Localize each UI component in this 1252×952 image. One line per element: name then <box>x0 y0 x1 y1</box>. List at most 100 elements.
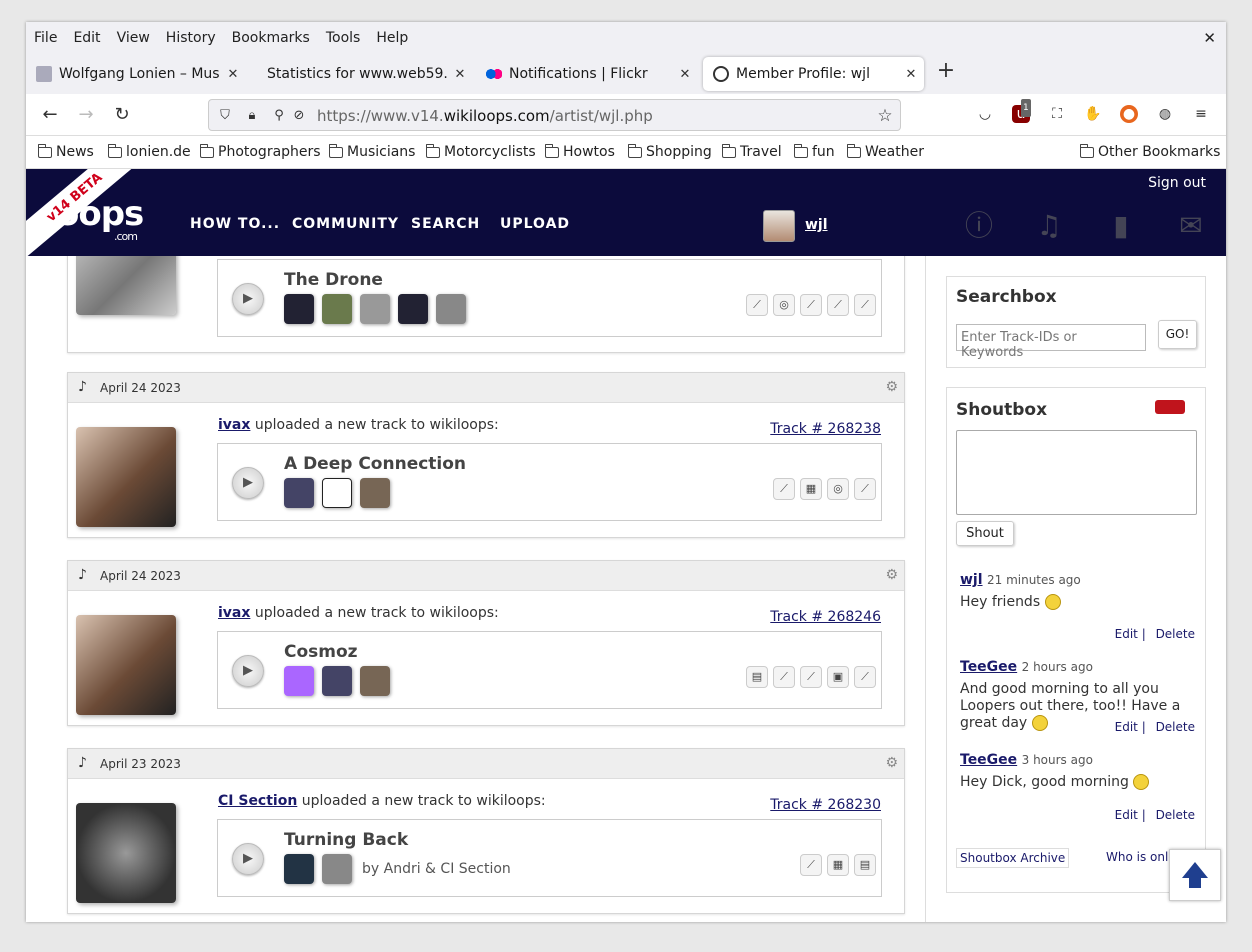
edit-link[interactable]: Edit <box>1115 720 1138 734</box>
go-button[interactable]: GO! <box>1158 320 1197 349</box>
delete-link[interactable]: Delete <box>1156 627 1195 641</box>
tab-member-profile[interactable]: Member Profile: wjl ✕ <box>703 57 924 91</box>
shoutbox-archive-link[interactable]: Shoutbox Archive <box>956 848 1070 868</box>
participant-avatar[interactable] <box>284 478 314 508</box>
ublock-icon[interactable]: u1 <box>1012 99 1031 123</box>
scroll-to-top-button[interactable] <box>1169 849 1221 901</box>
nav-how-to[interactable]: HOW TO... <box>190 216 280 232</box>
gnome-icon[interactable]: ✋ <box>1084 105 1102 123</box>
reload-icon[interactable]: ↻ <box>111 104 133 126</box>
menu-history[interactable]: History <box>158 30 224 46</box>
play-icon[interactable]: ▶ <box>232 283 264 315</box>
tab-flickr[interactable]: Notifications | Flickr ✕ <box>476 57 698 91</box>
username-link[interactable]: wjl <box>805 217 828 233</box>
sofa-icon[interactable] <box>1155 400 1185 414</box>
participant-avatar[interactable] <box>360 666 390 696</box>
user-thumbnail[interactable] <box>76 803 176 903</box>
url-text[interactable]: https://www.v14.wikiloops.com/artist/wjl… <box>317 107 653 125</box>
tab-close-icon[interactable]: ✕ <box>453 67 467 82</box>
shout-user-link[interactable]: TeeGee <box>960 752 1017 768</box>
back-icon[interactable]: ← <box>39 104 61 126</box>
book-icon[interactable]: ▮ <box>1104 209 1138 243</box>
tab-close-icon[interactable]: ✕ <box>904 67 918 82</box>
gear-icon[interactable]: ⚙ <box>885 567 898 583</box>
uploader-link[interactable]: ivax <box>218 605 250 621</box>
participant-avatar[interactable] <box>322 478 352 508</box>
participant-avatar[interactable] <box>322 294 352 324</box>
bookmark-fun[interactable]: fun <box>794 143 835 160</box>
tracking-icon[interactable]: ⊘ <box>291 108 307 124</box>
bookmark-photographers[interactable]: Photographers <box>200 143 321 160</box>
participant-avatar[interactable] <box>284 666 314 696</box>
track-title[interactable]: Turning Back <box>284 830 408 850</box>
user-avatar[interactable] <box>763 210 795 242</box>
tab-statistics[interactable]: Statistics for www.web59.s2 ✕ <box>248 57 473 91</box>
participant-avatar[interactable] <box>322 666 352 696</box>
edit-link[interactable]: Edit <box>1115 808 1138 822</box>
edit-link[interactable]: Edit <box>1115 627 1138 641</box>
bookmark-travel[interactable]: Travel <box>722 143 782 160</box>
delete-link[interactable]: Delete <box>1156 720 1195 734</box>
participant-avatar[interactable] <box>398 294 428 324</box>
track-number-link[interactable]: Track # 268230 <box>770 797 881 813</box>
forward-icon[interactable]: → <box>75 104 97 126</box>
play-icon[interactable]: ▶ <box>232 843 264 875</box>
window-close-icon[interactable]: ✕ <box>1203 29 1216 47</box>
uploader-link[interactable]: ivax <box>218 417 250 433</box>
track-title[interactable]: The Drone <box>284 270 383 290</box>
bookmark-shopping[interactable]: Shopping <box>628 143 712 160</box>
sign-out-link[interactable]: Sign out <box>1148 175 1206 191</box>
hamburger-menu-icon[interactable]: ≡ <box>1192 105 1210 123</box>
track-number-link[interactable]: Track # 268238 <box>770 421 881 437</box>
permissions-icon[interactable]: ⚲ <box>271 108 287 124</box>
nav-upload[interactable]: UPLOAD <box>500 216 570 232</box>
tab-close-icon[interactable]: ✕ <box>226 67 240 82</box>
user-thumbnail[interactable] <box>76 427 176 527</box>
menu-bookmarks[interactable]: Bookmarks <box>224 30 318 46</box>
nav-community[interactable]: COMMUNITY <box>292 216 399 232</box>
bookmark-motorcyclists[interactable]: Motorcyclists <box>426 143 536 160</box>
extension-icon[interactable]: ◍ <box>1156 105 1174 123</box>
participant-avatar[interactable] <box>284 294 314 324</box>
tab-lonien[interactable]: Wolfgang Lonien – Music ✕ <box>26 57 246 91</box>
participant-avatar[interactable] <box>360 294 390 324</box>
nav-search[interactable]: SEARCH <box>411 216 480 232</box>
shout-user-link[interactable]: wjl <box>960 572 983 588</box>
shout-textarea[interactable] <box>956 430 1197 515</box>
track-title[interactable]: Cosmoz <box>284 642 358 662</box>
user-thumbnail[interactable] <box>76 615 176 715</box>
shout-button[interactable]: Shout <box>956 521 1014 546</box>
track-number-link[interactable]: Track # 268246 <box>770 609 881 625</box>
other-bookmarks[interactable]: Other Bookmarks <box>1080 143 1220 160</box>
gear-icon[interactable]: ⚙ <box>885 379 898 395</box>
who-is-online-link[interactable]: Who is onli <box>1106 850 1172 864</box>
play-icon[interactable]: ▶ <box>232 467 264 499</box>
menu-edit[interactable]: Edit <box>65 30 108 46</box>
menu-file[interactable]: File <box>26 30 65 46</box>
participant-avatar[interactable] <box>284 854 314 884</box>
bookmark-news[interactable]: News <box>38 143 94 160</box>
menu-tools[interactable]: Tools <box>318 30 369 46</box>
mail-icon[interactable]: ✉ <box>1174 209 1208 243</box>
bookmark-howtos[interactable]: Howtos <box>545 143 615 160</box>
new-tab-icon[interactable]: + <box>934 58 958 83</box>
track-title[interactable]: A Deep Connection <box>284 454 466 474</box>
shield-icon[interactable]: ⛉ <box>217 108 233 124</box>
music-icon[interactable]: ♫ <box>1032 209 1066 243</box>
participant-avatar[interactable] <box>436 294 466 324</box>
menu-view[interactable]: View <box>109 30 158 46</box>
gear-icon[interactable]: ⚙ <box>885 755 898 771</box>
shout-user-link[interactable]: TeeGee <box>960 659 1017 675</box>
pocket-icon[interactable]: ◡ <box>976 105 994 123</box>
lock-icon[interactable]: 🔒︎ <box>244 108 260 124</box>
bookmark-weather[interactable]: Weather <box>847 143 924 160</box>
info-icon[interactable]: ⓘ <box>962 209 996 243</box>
url-bar[interactable]: ⛉ 🔒︎ ⚲ ⊘ https://www.v14.wikiloops.com/a… <box>208 99 901 131</box>
bookmark-musicians[interactable]: Musicians <box>329 143 415 160</box>
tab-close-icon[interactable]: ✕ <box>678 67 692 82</box>
menu-help[interactable]: Help <box>368 30 416 46</box>
play-icon[interactable]: ▶ <box>232 655 264 687</box>
delete-link[interactable]: Delete <box>1156 808 1195 822</box>
search-input[interactable]: Enter Track-IDs or Keywords <box>956 324 1146 360</box>
duckduckgo-icon[interactable]: ● <box>1120 105 1138 123</box>
